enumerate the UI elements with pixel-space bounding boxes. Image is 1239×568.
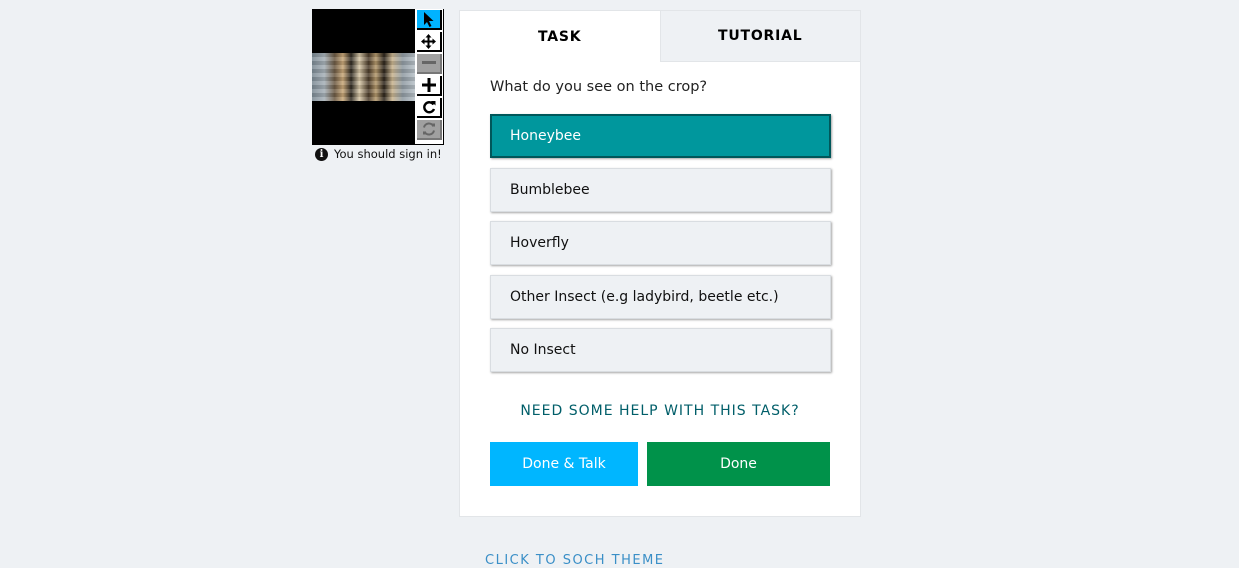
task-question: What do you see on the crop?: [490, 79, 708, 95]
signin-text: You should sign in!: [334, 147, 442, 161]
signin-notice: i You should sign in!: [315, 147, 442, 161]
done-and-talk-button[interactable]: Done & Talk: [490, 442, 638, 486]
insect-crop-image: [312, 53, 415, 101]
subject-image[interactable]: [312, 9, 415, 145]
task-panel: TASK TUTORIAL What do you see on the cro…: [459, 10, 861, 517]
tab-task[interactable]: TASK: [460, 11, 660, 62]
subject-viewer: [312, 9, 444, 145]
zoom-out-icon[interactable]: [417, 54, 442, 74]
tab-bar: TASK TUTORIAL: [460, 11, 860, 62]
done-button[interactable]: Done: [647, 442, 830, 486]
answer-honeybee[interactable]: Honeybee: [490, 114, 831, 158]
zoom-in-icon[interactable]: [417, 76, 442, 96]
rotate-icon[interactable]: [417, 98, 442, 118]
viewer-toolbar: [415, 9, 444, 145]
answer-no-insect[interactable]: No Insect: [490, 328, 831, 372]
move-icon[interactable]: [417, 32, 442, 52]
footer-link[interactable]: CLICK TO SOCH THEME: [485, 553, 665, 568]
answer-bumblebee[interactable]: Bumblebee: [490, 167, 831, 212]
answer-other-insect[interactable]: Other Insect (e.g ladybird, beetle etc.): [490, 274, 831, 319]
answer-list: Honeybee Bumblebee Hoverfly Other Insect…: [490, 114, 831, 382]
select-arrow-icon[interactable]: [417, 10, 442, 30]
tab-tutorial[interactable]: TUTORIAL: [659, 11, 860, 62]
reset-icon[interactable]: [417, 120, 442, 140]
info-icon: i: [315, 147, 328, 161]
answer-hoverfly[interactable]: Hoverfly: [490, 221, 831, 265]
help-link[interactable]: NEED SOME HELP WITH THIS TASK?: [460, 403, 860, 419]
